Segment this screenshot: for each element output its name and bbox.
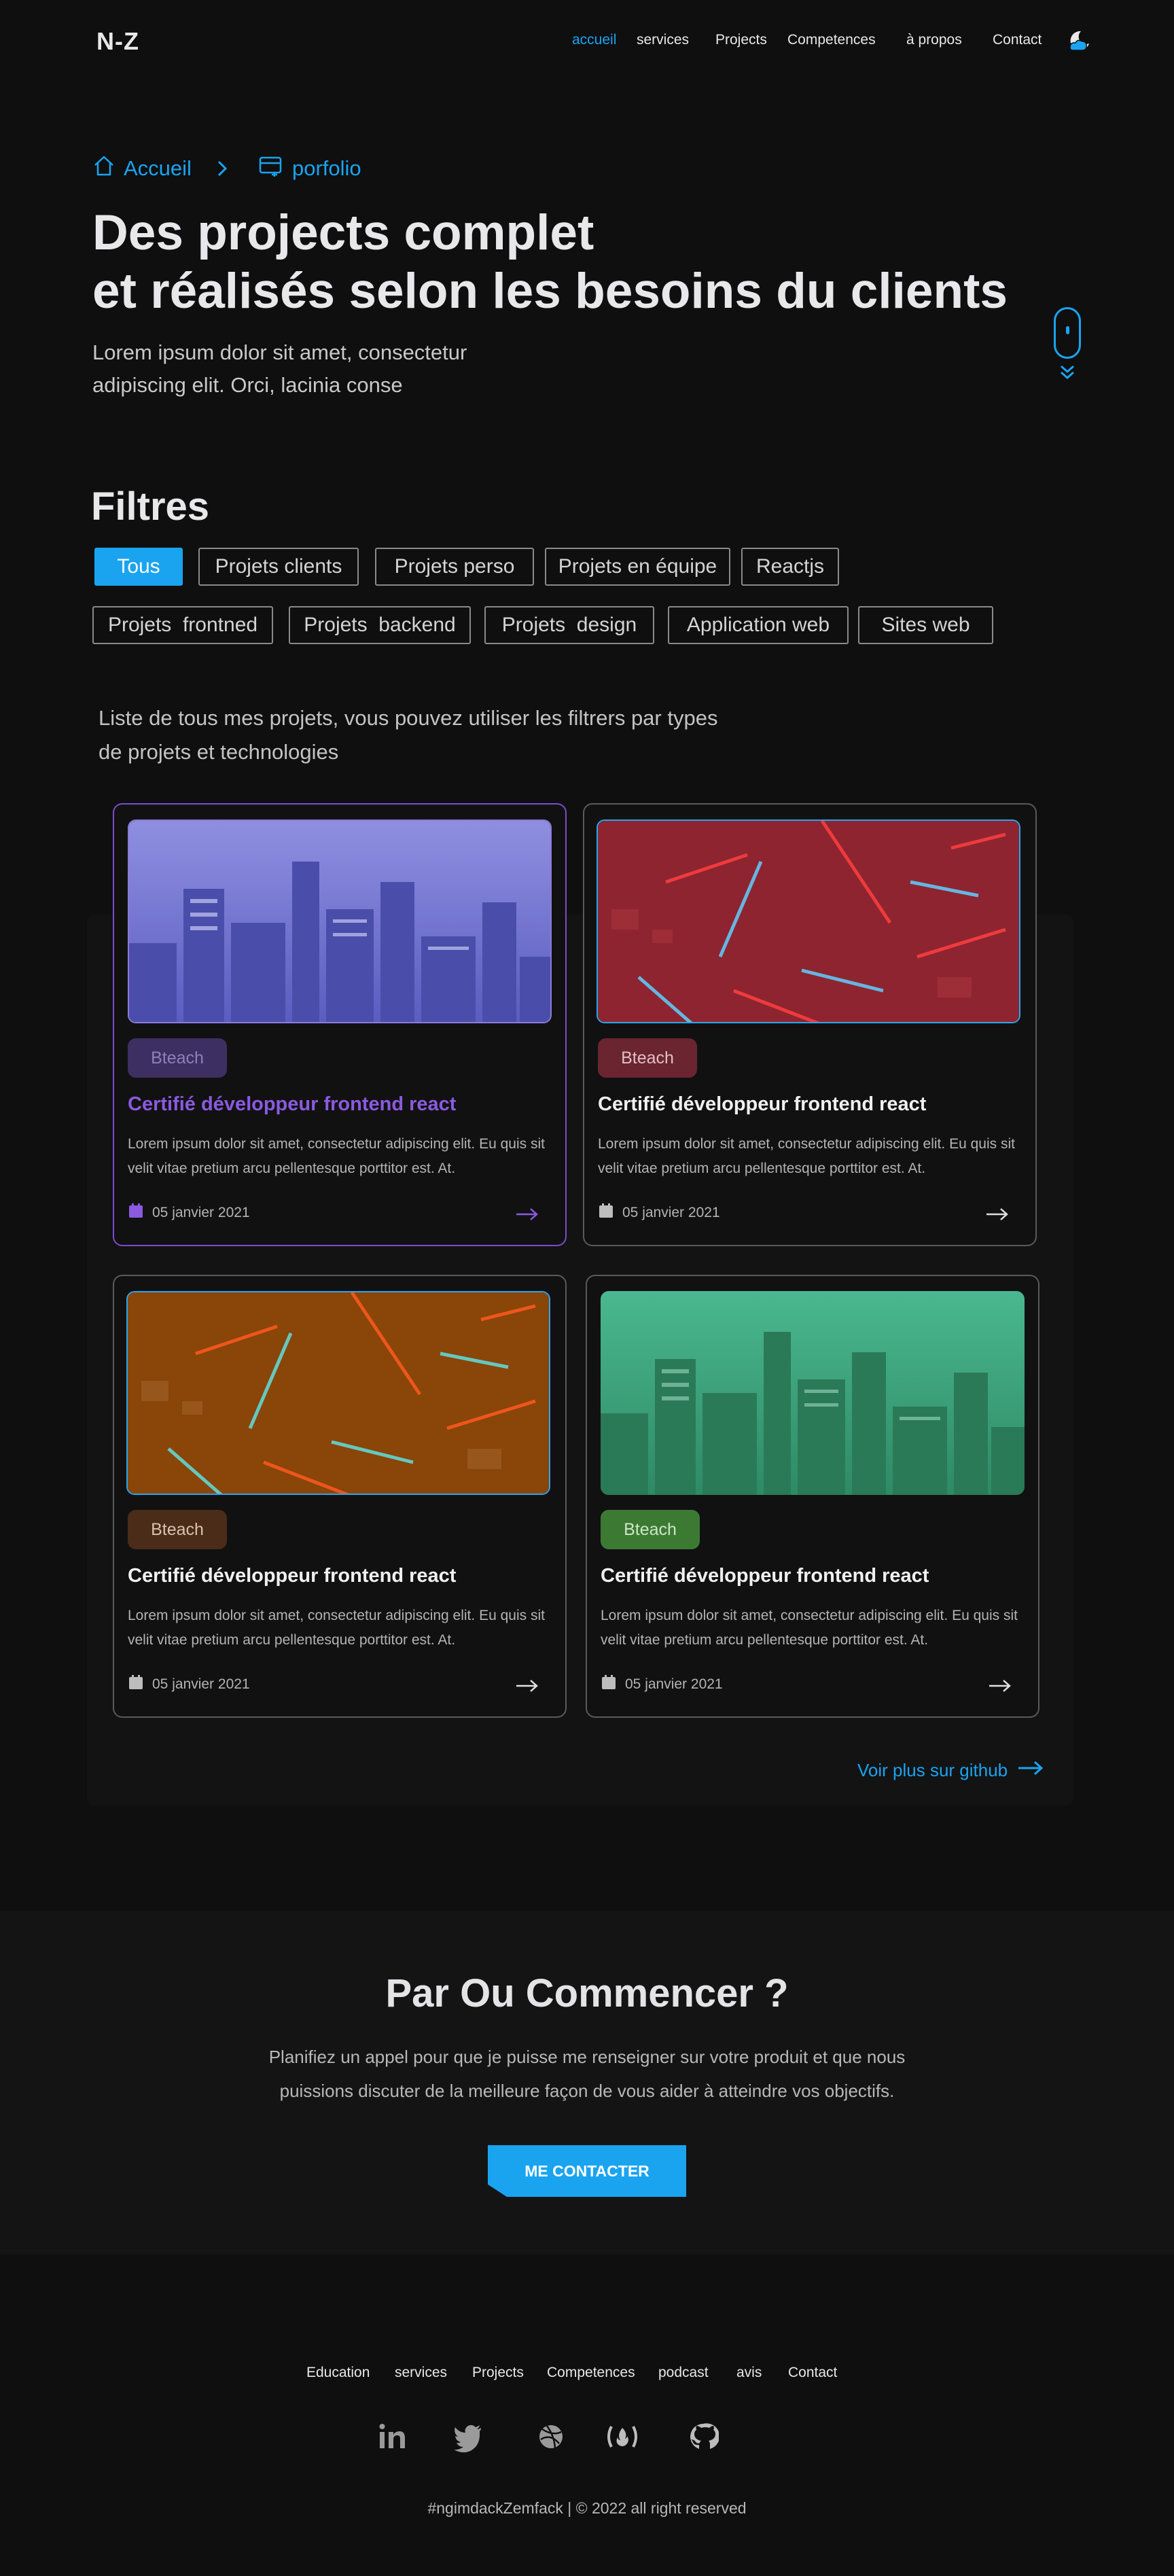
footer-link-services[interactable]: services bbox=[395, 2365, 447, 2381]
chevron-right-icon bbox=[215, 159, 230, 181]
twitter-icon[interactable] bbox=[452, 2421, 484, 2453]
filter-tous[interactable]: Tous bbox=[94, 548, 183, 586]
title-line-1: Des projects complet bbox=[92, 205, 594, 260]
filter-projets-design[interactable]: Projets design bbox=[484, 606, 654, 644]
arrow-right-icon[interactable] bbox=[515, 1678, 539, 1697]
card-badge: Bteach bbox=[128, 1510, 227, 1549]
nav-a-propos[interactable]: à propos bbox=[906, 32, 962, 48]
project-card[interactable]: Bteach Certifié développeur frontend rea… bbox=[583, 803, 1037, 1246]
filter-projets-backend[interactable]: Projets backend bbox=[289, 606, 471, 644]
copyright: #ngimdackZemfack | © 2022 all right rese… bbox=[427, 2499, 747, 2517]
footer-link-education[interactable]: Education bbox=[306, 2365, 370, 2381]
filter-reactjs[interactable]: Reactjs bbox=[741, 548, 839, 586]
breadcrumb-current[interactable]: porfolio bbox=[258, 154, 361, 183]
title-line-2: et réalisés selon les besoins du clients bbox=[92, 264, 1008, 319]
nav-services[interactable]: services bbox=[637, 32, 689, 48]
card-title[interactable]: Certifié développeur frontend react bbox=[128, 1565, 456, 1587]
arrow-right-icon[interactable] bbox=[515, 1207, 539, 1225]
filter-projets-clients[interactable]: Projets clients bbox=[198, 548, 359, 586]
freecodecamp-icon[interactable] bbox=[605, 2421, 637, 2452]
nav-projects[interactable]: Projects bbox=[715, 32, 767, 48]
footer-link-podcast[interactable]: podcast bbox=[658, 2365, 709, 2381]
nav-accueil[interactable]: accueil bbox=[572, 32, 616, 48]
card-date: 05 janvier 2021 bbox=[128, 1203, 250, 1223]
github-icon[interactable] bbox=[688, 2421, 720, 2452]
card-title[interactable]: Certifié développeur frontend react bbox=[598, 1093, 926, 1116]
card-date: 05 janvier 2021 bbox=[601, 1674, 723, 1695]
card-date-text: 05 janvier 2021 bbox=[152, 1676, 250, 1692]
moon-cloud-icon[interactable] bbox=[1065, 29, 1092, 56]
dribbble-icon[interactable] bbox=[535, 2421, 567, 2452]
footer-link-avis[interactable]: avis bbox=[736, 2365, 762, 2381]
calendar-icon bbox=[128, 1203, 144, 1223]
filter-application-web[interactable]: Application web bbox=[668, 606, 849, 644]
card-description: Lorem ipsum dolor sit amet, consectetur … bbox=[128, 1136, 545, 1176]
card-title[interactable]: Certifié développeur frontend react bbox=[128, 1093, 456, 1116]
project-thumbnail bbox=[597, 819, 1020, 1023]
footer-link-contact[interactable]: Contact bbox=[788, 2365, 837, 2381]
scroll-mouse-icon[interactable] bbox=[1054, 307, 1081, 359]
footer-link-projects[interactable]: Projects bbox=[472, 2365, 524, 2381]
project-card[interactable]: Bteach Certifié développeur frontend rea… bbox=[113, 803, 567, 1246]
projects-intro: Liste de tous mes projets, vous pouvez u… bbox=[99, 706, 718, 764]
card-badge: Bteach bbox=[601, 1510, 700, 1549]
cta-title: Par Ou Commencer ? bbox=[385, 1971, 789, 2015]
breadcrumb-current-label: porfolio bbox=[292, 156, 361, 180]
linkedin-icon[interactable] bbox=[377, 2421, 408, 2452]
project-card[interactable]: Bteach Certifié développeur frontend rea… bbox=[113, 1275, 567, 1718]
calendar-icon bbox=[601, 1674, 617, 1695]
page-title: Des projects complet et réalisés selon l… bbox=[92, 204, 1084, 321]
home-icon bbox=[92, 154, 115, 183]
github-more-label: Voir plus sur github bbox=[857, 1760, 1008, 1780]
card-title[interactable]: Certifié développeur frontend react bbox=[601, 1565, 929, 1587]
portfolio-icon bbox=[258, 154, 284, 183]
arrow-right-icon bbox=[1017, 1760, 1044, 1781]
arrow-right-icon[interactable] bbox=[985, 1207, 1010, 1225]
filter-projets-equipe[interactable]: Projets en équipe bbox=[545, 548, 730, 586]
github-more-link[interactable]: Voir plus sur github bbox=[857, 1760, 1044, 1781]
filter-sites-web[interactable]: Sites web bbox=[858, 606, 993, 644]
calendar-icon bbox=[598, 1203, 614, 1223]
card-date: 05 janvier 2021 bbox=[598, 1203, 720, 1223]
filter-projets-perso[interactable]: Projets perso bbox=[375, 548, 534, 586]
project-thumbnail bbox=[128, 819, 552, 1023]
card-date-text: 05 janvier 2021 bbox=[152, 1205, 250, 1220]
contact-button[interactable]: ME CONTACTER bbox=[488, 2145, 686, 2197]
footer-link-competences[interactable]: Competences bbox=[547, 2365, 635, 2381]
card-description: Lorem ipsum dolor sit amet, consectetur … bbox=[601, 1608, 1018, 1648]
project-card[interactable]: Bteach Certifié développeur frontend rea… bbox=[586, 1275, 1039, 1718]
double-chevron-down-icon[interactable] bbox=[1059, 364, 1076, 384]
arrow-right-icon[interactable] bbox=[988, 1678, 1012, 1697]
project-thumbnail bbox=[601, 1291, 1025, 1495]
filters-title: Filtres bbox=[91, 484, 210, 529]
project-thumbnail bbox=[126, 1291, 550, 1495]
cta-text: Planifiez un appel pour que je puisse me… bbox=[268, 2047, 906, 2101]
breadcrumb-home-label: Accueil bbox=[124, 156, 192, 180]
card-badge: Bteach bbox=[598, 1038, 697, 1078]
filter-projets-frontend[interactable]: Projets frontned bbox=[92, 606, 273, 644]
hero-subtitle: Lorem ipsum dolor sit amet, consectetur … bbox=[92, 340, 467, 397]
card-description: Lorem ipsum dolor sit amet, consectetur … bbox=[598, 1136, 1015, 1176]
calendar-icon bbox=[128, 1674, 144, 1695]
card-date-text: 05 janvier 2021 bbox=[622, 1205, 720, 1220]
card-description: Lorem ipsum dolor sit amet, consectetur … bbox=[128, 1608, 545, 1648]
nav-competences[interactable]: Competences bbox=[787, 32, 876, 48]
card-date-text: 05 janvier 2021 bbox=[625, 1676, 723, 1692]
card-badge: Bteach bbox=[128, 1038, 227, 1078]
card-date: 05 janvier 2021 bbox=[128, 1674, 250, 1695]
breadcrumb-home[interactable]: Accueil bbox=[92, 154, 192, 183]
logo[interactable]: N-Z bbox=[96, 27, 139, 56]
nav-contact[interactable]: Contact bbox=[993, 32, 1042, 48]
